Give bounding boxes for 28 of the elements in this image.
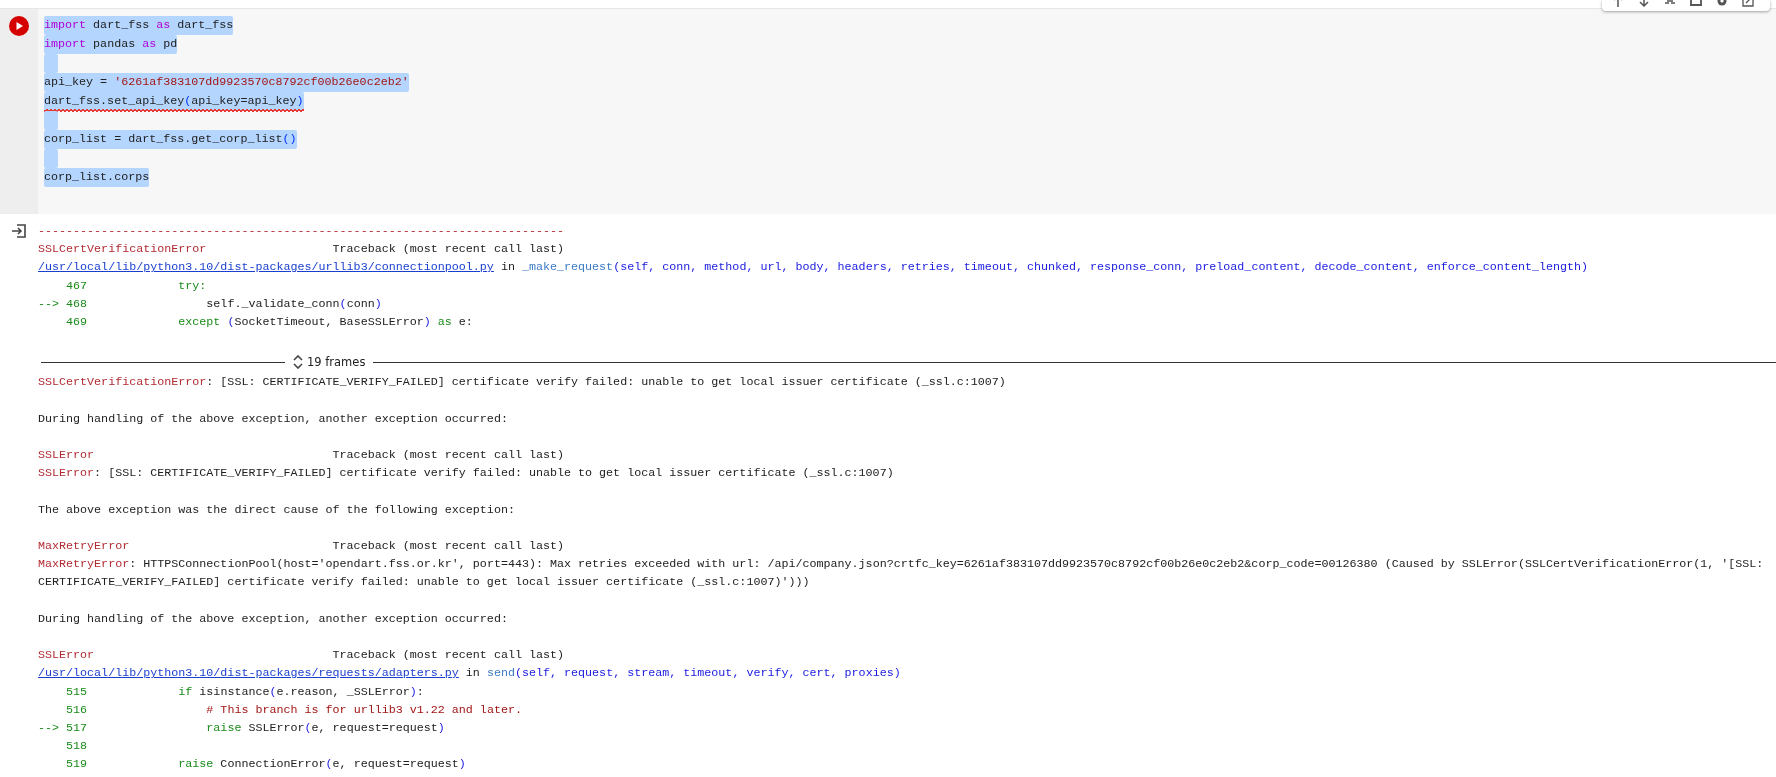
output-icon bbox=[10, 222, 28, 240]
output-line: 515 if isinstance(e.reason, _SSLError): bbox=[65, 683, 425, 701]
output-line: During handling of the above exception, another exception occurred: bbox=[38, 410, 509, 428]
output-line: The above exception was the direct cause of the following exception: bbox=[38, 501, 516, 519]
output-line: /usr/local/lib/python3.10/dist-packages/urllib3/connectionpool.py in _make_request(self, conn, method, url, body, headers, retries, timeout, chunked, response_conn, preload_content, decode_content, enforce_content_length) bbox=[38, 259, 1590, 277]
play-icon bbox=[14, 21, 24, 31]
output-line: SSLCertVerificationError: [SSL: CERTIFICATE_VERIFY_FAILED] certificate verify failed: unable to get local issuer certificate (_ssl.c:1007) bbox=[38, 374, 1007, 392]
output-line: 469 except (SocketTimeout, BaseSSLError) as e: bbox=[65, 314, 474, 331]
output-line: MaxRetryError Traceback (most recent call last) bbox=[38, 538, 566, 555]
output-line: SSLCertVerificationError Traceback (most recent call last) bbox=[38, 241, 566, 259]
file-link[interactable]: /usr/local/lib/python3.10/dist-packages/requests/adapters.py bbox=[38, 666, 459, 681]
output-line: SSLError Traceback (most recent call last) bbox=[38, 647, 566, 665]
output-line: --> 468 self._validate_conn(conn) bbox=[38, 295, 383, 313]
output-line: /usr/local/lib/python3.10/dist-packages/requests/adapters.py in send(self, request, stream, timeout, verify, cert, proxies) bbox=[38, 665, 902, 683]
output-line: MaxRetryError: HTTPSConnectionPool(host='opendart.fss.or.kr', port=443): Max retries exceeded with url: /api/company.json?crtfc_key=6261af383107dd9923570c8792cf00b26e0c2eb2&corp_code=00126380 (Caused by SSLError(SSLCertVerificationError(1, '[SSL: CERTIFICATE_VERIFY_FAILED] certificate verify failed: unable to get local issuer certificate (_ssl.c:1007)'))) bbox=[38, 556, 1765, 592]
output-line: 516 # This branch is for urllib3 v1.22 and later. bbox=[65, 701, 523, 719]
file-link[interactable]: /usr/local/lib/python3.10/dist-packages/urllib3/connectionpool.py bbox=[38, 260, 494, 275]
run-button[interactable] bbox=[9, 16, 29, 36]
output-line: --------------------------------------------------------------------------- bbox=[38, 223, 566, 240]
output-line: During handling of the above exception, another exception occurred: bbox=[38, 610, 509, 628]
output-line: 467 try: bbox=[65, 277, 208, 295]
output-line: SSLError: [SSL: CERTIFICATE_VERIFY_FAILED] certificate verify failed: unable to get local issuer certificate (_ssl.c:1007) bbox=[38, 465, 895, 483]
frames-toggle[interactable]: 19 frames bbox=[285, 355, 374, 370]
output-line: 519 raise ConnectionError(e, request=request) bbox=[65, 756, 467, 774]
output-line: SSLError Traceback (most recent call last) bbox=[38, 447, 566, 464]
output-line: --> 517 raise SSLError(e, request=request) bbox=[38, 720, 446, 737]
output-line: 518 bbox=[65, 738, 89, 756]
expand-collapse-icon bbox=[293, 355, 303, 370]
